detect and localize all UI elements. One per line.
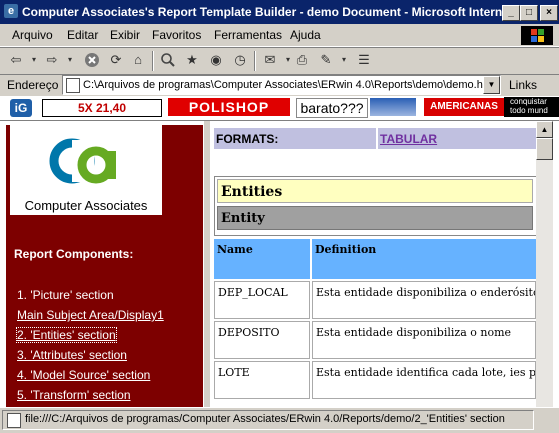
ie-app-icon: e	[4, 4, 18, 18]
nav-main-subject-area[interactable]: Main Subject Area/Display1	[17, 308, 164, 322]
logo-text: Computer Associates	[24, 198, 148, 213]
table-cell-definition: Esta entidade identifica cada lote, ies …	[312, 361, 536, 399]
address-bar: Endereço C:\Arquivos de programas\Comput…	[0, 74, 559, 97]
nav-transform-section[interactable]: 5. 'Transform' section	[17, 388, 131, 402]
menu-ferramentas[interactable]: Ferramentas	[214, 28, 282, 42]
entity-label: Entity	[217, 206, 533, 230]
ad-banner-barato[interactable]: barato???	[296, 98, 368, 118]
ad-banner-shoe-image[interactable]	[370, 98, 416, 116]
ca-logo[interactable]: Computer Associates	[10, 125, 162, 215]
nav-picture-section[interactable]: 1. 'Picture' section	[17, 288, 114, 302]
menu-bar: Arquivo Editar Exibir Favoritos Ferramen…	[0, 24, 559, 47]
formats-row: FORMATS: TABULAR	[214, 128, 536, 149]
address-url[interactable]: C:\Arquivos de programas\Computer Associ…	[83, 79, 495, 91]
discuss-icon[interactable]: ☰	[356, 52, 372, 68]
column-header-definition: Definition	[312, 239, 536, 279]
scroll-up-icon[interactable]: ▲	[536, 121, 553, 138]
page-content: Computer Associates Report Components: 1…	[0, 121, 559, 407]
column-header-name: Name	[214, 239, 310, 279]
tabular-link[interactable]: TABULAR	[380, 132, 437, 146]
status-bar: file:///C:/Arquivos de programas/Compute…	[0, 407, 559, 433]
title-bar: e Computer Associates's Report Template …	[0, 0, 559, 24]
mail-icon[interactable]: ✉	[262, 52, 278, 68]
ad-line-2: todo mund	[510, 106, 548, 115]
nav-entities-section[interactable]: 2. 'Entities' section	[16, 327, 117, 343]
ig-logo[interactable]: iG	[10, 99, 32, 117]
nav-attributes-section[interactable]: 3. 'Attributes' section	[17, 348, 127, 362]
close-button[interactable]: ×	[540, 5, 558, 21]
toolbar-separator	[152, 51, 154, 71]
ad-toolbar: iG 5X 21,40 POLISHOP barato??? AMERICANA…	[0, 96, 559, 121]
table-cell-name: DEPOSITO	[214, 321, 310, 359]
address-dropdown-icon[interactable]: ▼	[483, 76, 500, 94]
print-icon[interactable]: ⎙	[294, 52, 310, 68]
address-input[interactable]: C:\Arquivos de programas\Computer Associ…	[62, 75, 501, 95]
address-label: Endereço	[7, 78, 59, 92]
search-icon[interactable]	[160, 52, 176, 68]
forward-dropdown-icon[interactable]: ▾	[62, 52, 78, 68]
entities-box: Entities Entity	[214, 176, 536, 236]
table-cell-name: DEP_LOCAL	[214, 281, 310, 319]
menu-arquivo[interactable]: Arquivo	[12, 28, 53, 42]
table-cell-name: LOTE	[214, 361, 310, 399]
formats-label: FORMATS:	[216, 132, 279, 146]
status-text: file:///C:/Arquivos de programas/Compute…	[25, 413, 505, 425]
stop-icon[interactable]	[84, 52, 100, 68]
status-panel: file:///C:/Arquivos de programas/Compute…	[2, 410, 534, 430]
table-cell-definition: Esta entidade disponibiliza o nome	[312, 321, 536, 359]
back-dropdown-icon[interactable]: ▾	[26, 52, 42, 68]
refresh-icon[interactable]: ⟳	[108, 52, 124, 68]
edit-dropdown-icon[interactable]: ▾	[336, 52, 352, 68]
report-frame: FORMATS: TABULAR Entities Entity Name De…	[210, 121, 536, 407]
entities-header: Entities	[217, 179, 533, 203]
history-icon[interactable]: ◷	[232, 52, 248, 68]
ad-line-1: conquistar	[510, 97, 547, 106]
table-cell-definition: Esta entidade disponibiliza o enderósito	[312, 281, 536, 319]
ad-banner-polishop[interactable]: POLISHOP	[168, 98, 290, 116]
ad-banner-conquistar[interactable]: conquistar todo mund	[504, 97, 559, 117]
forward-arrow-icon[interactable]: ⇨	[44, 52, 60, 68]
ad-banner-americanas[interactable]: AMERICANAS	[424, 98, 504, 116]
edit-icon[interactable]: ✎	[318, 52, 334, 68]
menu-ajuda[interactable]: Ajuda	[290, 28, 321, 42]
page-status-icon	[7, 413, 21, 428]
page-icon	[66, 78, 80, 93]
report-components-title: Report Components:	[14, 247, 134, 261]
toolbar: ⇦ ▾ ⇨ ▾ ⟳ ⌂ ★ ◉ ◷ ✉ ▾ ⎙ ✎ ▾ ☰	[0, 47, 559, 75]
ca-logo-icon	[49, 138, 116, 184]
scroll-thumb[interactable]	[536, 138, 553, 160]
restore-button[interactable]: □	[520, 5, 538, 21]
window-title: Computer Associates's Report Template Bu…	[22, 5, 509, 19]
windows-logo-icon	[521, 26, 553, 45]
links-button[interactable]: Links	[509, 78, 537, 92]
formats-cell-divider	[376, 128, 378, 149]
favorites-icon[interactable]: ★	[184, 52, 200, 68]
nav-model-source-section[interactable]: 4. 'Model Source' section	[17, 368, 150, 382]
minimize-button[interactable]: _	[502, 5, 520, 21]
navigation-frame: Computer Associates Report Components: 1…	[6, 125, 203, 407]
home-icon[interactable]: ⌂	[130, 52, 146, 68]
vertical-scrollbar[interactable]: ▲	[536, 121, 553, 407]
ad-banner-price[interactable]: 5X 21,40	[42, 99, 162, 117]
media-icon[interactable]: ◉	[208, 52, 224, 68]
back-arrow-icon[interactable]: ⇦	[8, 52, 24, 68]
toolbar-separator	[254, 51, 256, 71]
menu-favoritos[interactable]: Favoritos	[152, 28, 201, 42]
menu-editar[interactable]: Editar	[67, 28, 98, 42]
menu-exibir[interactable]: Exibir	[110, 28, 140, 42]
